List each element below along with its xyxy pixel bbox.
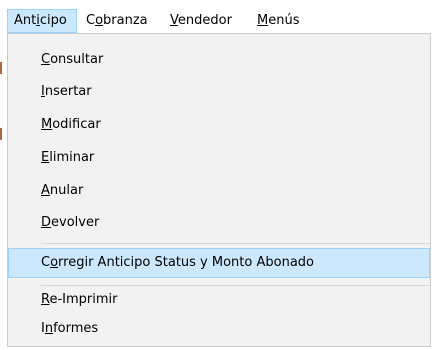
menu-anticipo[interactable]: Anticipo bbox=[7, 9, 77, 33]
menu-vendedor-accel: V bbox=[170, 13, 178, 28]
label-accel: E bbox=[41, 150, 50, 165]
label-text-b: nular bbox=[49, 183, 84, 198]
menu-item-label: Anular bbox=[41, 176, 83, 206]
label-text-b: odificar bbox=[52, 117, 101, 132]
menu-item-corregir-anticipo[interactable]: Corregir Anticipo Status y Monto Abonado bbox=[8, 248, 430, 278]
menu-item-modificar[interactable]: Modificar bbox=[8, 110, 430, 140]
background-window-edge bbox=[0, 128, 2, 140]
menu-item-label: Modificar bbox=[41, 110, 101, 140]
menu-item-reimprimir[interactable]: Re-Imprimir bbox=[8, 285, 430, 315]
menu-item-label: Informes bbox=[41, 314, 98, 344]
menu-anticipo-label-b: cipo bbox=[39, 13, 67, 28]
menu-cobranza-accel: o bbox=[95, 13, 104, 28]
menu-item-insertar[interactable]: Insertar bbox=[8, 77, 430, 107]
label-accel: A bbox=[41, 183, 50, 198]
label-accel: M bbox=[41, 117, 53, 132]
label-text-b: nsertar bbox=[44, 84, 92, 99]
menu-menus-accel: M bbox=[257, 13, 269, 28]
menu-menus[interactable]: Menús bbox=[257, 9, 299, 33]
background-window-edge bbox=[0, 62, 2, 74]
menu-item-devolver[interactable]: Devolver bbox=[8, 208, 430, 238]
menu-item-label: Devolver bbox=[41, 208, 99, 238]
label-text-b: evolver bbox=[51, 215, 100, 230]
label-text-b: onsultar bbox=[50, 52, 104, 67]
label-text-b: e-Imprimir bbox=[49, 292, 118, 307]
menu-item-consultar[interactable]: Consultar bbox=[8, 45, 430, 75]
menu-item-label: Eliminar bbox=[41, 143, 94, 173]
label-accel: o bbox=[50, 255, 59, 270]
menu-item-label: Consultar bbox=[41, 45, 103, 75]
label-accel: n bbox=[44, 321, 54, 336]
menu-item-label: Corregir Anticipo Status y Monto Abonado bbox=[41, 249, 314, 277]
menu-item-anular[interactable]: Anular bbox=[8, 176, 430, 206]
menu-separator bbox=[41, 243, 430, 244]
menu-vendedor[interactable]: Vendedor bbox=[170, 9, 232, 33]
menu-vendedor-label-b: endedor bbox=[177, 13, 232, 28]
anticipo-dropdown-menu: Consultar Insertar Modificar Eliminar An… bbox=[7, 33, 431, 347]
menu-cobranza[interactable]: Cobranza bbox=[86, 9, 148, 33]
menu-item-label: Insertar bbox=[41, 77, 92, 107]
menu-cobranza-label-a: C bbox=[86, 13, 96, 28]
label-accel: C bbox=[41, 52, 51, 67]
menu-item-informes[interactable]: Informes bbox=[8, 314, 430, 344]
label-text-a: C bbox=[41, 255, 51, 270]
menu-item-label: Re-Imprimir bbox=[41, 285, 117, 315]
menu-item-eliminar[interactable]: Eliminar bbox=[8, 143, 430, 173]
label-accel: D bbox=[41, 215, 52, 230]
menu-anticipo-label-a: Ant bbox=[14, 13, 37, 28]
label-text-b: rregir Anticipo Status y Monto Abonado bbox=[58, 255, 314, 270]
menu-menus-label-b: enús bbox=[268, 13, 300, 28]
menu-cobranza-label-b: branza bbox=[103, 13, 148, 28]
label-text-b: liminar bbox=[49, 150, 95, 165]
label-text-b: formes bbox=[53, 321, 99, 336]
